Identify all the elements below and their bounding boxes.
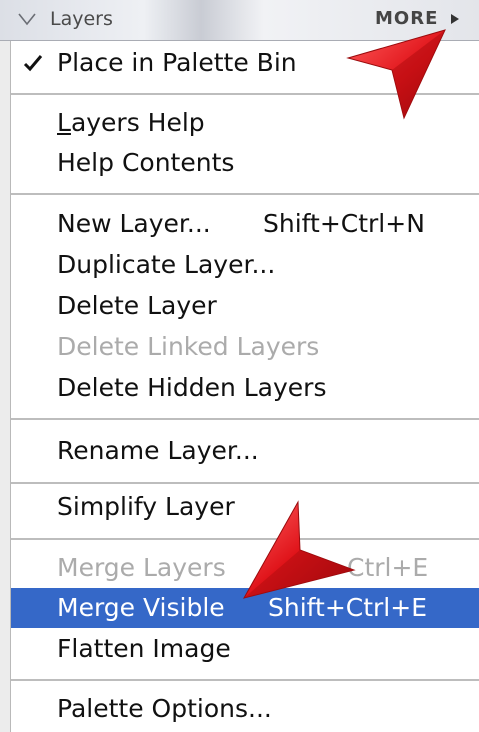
- menu-item-flatten-image[interactable]: Flatten Image: [11, 629, 479, 669]
- menu-item-simplify-layer[interactable]: Simplify Layer: [11, 487, 479, 527]
- menu-item-palette-options[interactable]: Palette Options...: [11, 689, 479, 729]
- menu-item-label: New Layer...: [57, 209, 211, 238]
- menu-item-label: Flatten Image: [57, 634, 231, 663]
- menu-item-label: Merge Layers: [57, 553, 226, 582]
- menu-item-label: Palette Options...: [57, 694, 272, 723]
- menu-item-merge-layers: Merge Layers Ctrl+E: [11, 548, 479, 588]
- menu-item-duplicate-layer[interactable]: Duplicate Layer...: [11, 245, 479, 285]
- layers-palette-menu-screenshot: Layers MORE Place in Palette Bin Layers …: [0, 0, 479, 732]
- palette-header: Layers MORE: [0, 0, 479, 41]
- menu-item-label: Place in Palette Bin: [57, 48, 297, 77]
- menu-item-label: Rename Layer...: [57, 436, 259, 465]
- menu-item-label: Simplify Layer: [57, 492, 235, 521]
- menu-item-help-contents[interactable]: Help Contents: [11, 143, 479, 183]
- palette-options-menu: Place in Palette Bin Layers Help Help Co…: [11, 41, 479, 732]
- menu-item-delete-layer[interactable]: Delete Layer: [11, 286, 479, 326]
- menu-item-merge-visible[interactable]: Merge Visible Shift+Ctrl+E: [11, 588, 479, 628]
- menu-item-label: Delete Layer: [57, 291, 217, 320]
- menu-separator: [11, 418, 479, 420]
- menu-separator: [11, 679, 479, 681]
- menu-separator: [11, 193, 479, 195]
- menu-item-place-in-palette-bin[interactable]: Place in Palette Bin: [11, 43, 479, 83]
- mnemonic-char: L: [57, 108, 71, 137]
- menu-item-label-rest: ayers Help: [70, 108, 205, 137]
- menu-item-label: Duplicate Layer...: [57, 250, 276, 279]
- menu-item-label: Delete Hidden Layers: [57, 373, 327, 402]
- menu-item-delete-hidden-layers[interactable]: Delete Hidden Layers: [11, 368, 479, 408]
- menu-item-shortcut: Shift+Ctrl+N: [263, 209, 425, 238]
- triangle-right-icon[interactable]: [450, 13, 460, 25]
- menu-item-new-layer[interactable]: New Layer... Shift+Ctrl+N: [11, 204, 479, 244]
- menu-item-delete-linked-layers: Delete Linked Layers: [11, 327, 479, 367]
- menu-separator: [11, 538, 479, 540]
- menu-separator: [11, 93, 479, 95]
- menu-item-rename-layer[interactable]: Rename Layer...: [11, 431, 479, 471]
- menu-separator: [11, 482, 479, 484]
- chevron-down-icon[interactable]: [18, 12, 36, 26]
- menu-item-label: Delete Linked Layers: [57, 332, 320, 361]
- window-left-edge: [0, 0, 11, 732]
- more-button[interactable]: MORE: [375, 6, 438, 32]
- menu-item-label: Help Contents: [57, 148, 235, 177]
- palette-title: Layers: [50, 8, 113, 30]
- menu-item-shortcut: Shift+Ctrl+E: [268, 593, 427, 622]
- menu-item-label: Layers Help: [57, 103, 205, 143]
- menu-item-shortcut: Ctrl+E: [347, 553, 429, 582]
- menu-item-layers-help[interactable]: Layers Help: [11, 103, 479, 143]
- checkmark-icon: [23, 55, 43, 72]
- menu-item-label: Merge Visible: [57, 593, 225, 622]
